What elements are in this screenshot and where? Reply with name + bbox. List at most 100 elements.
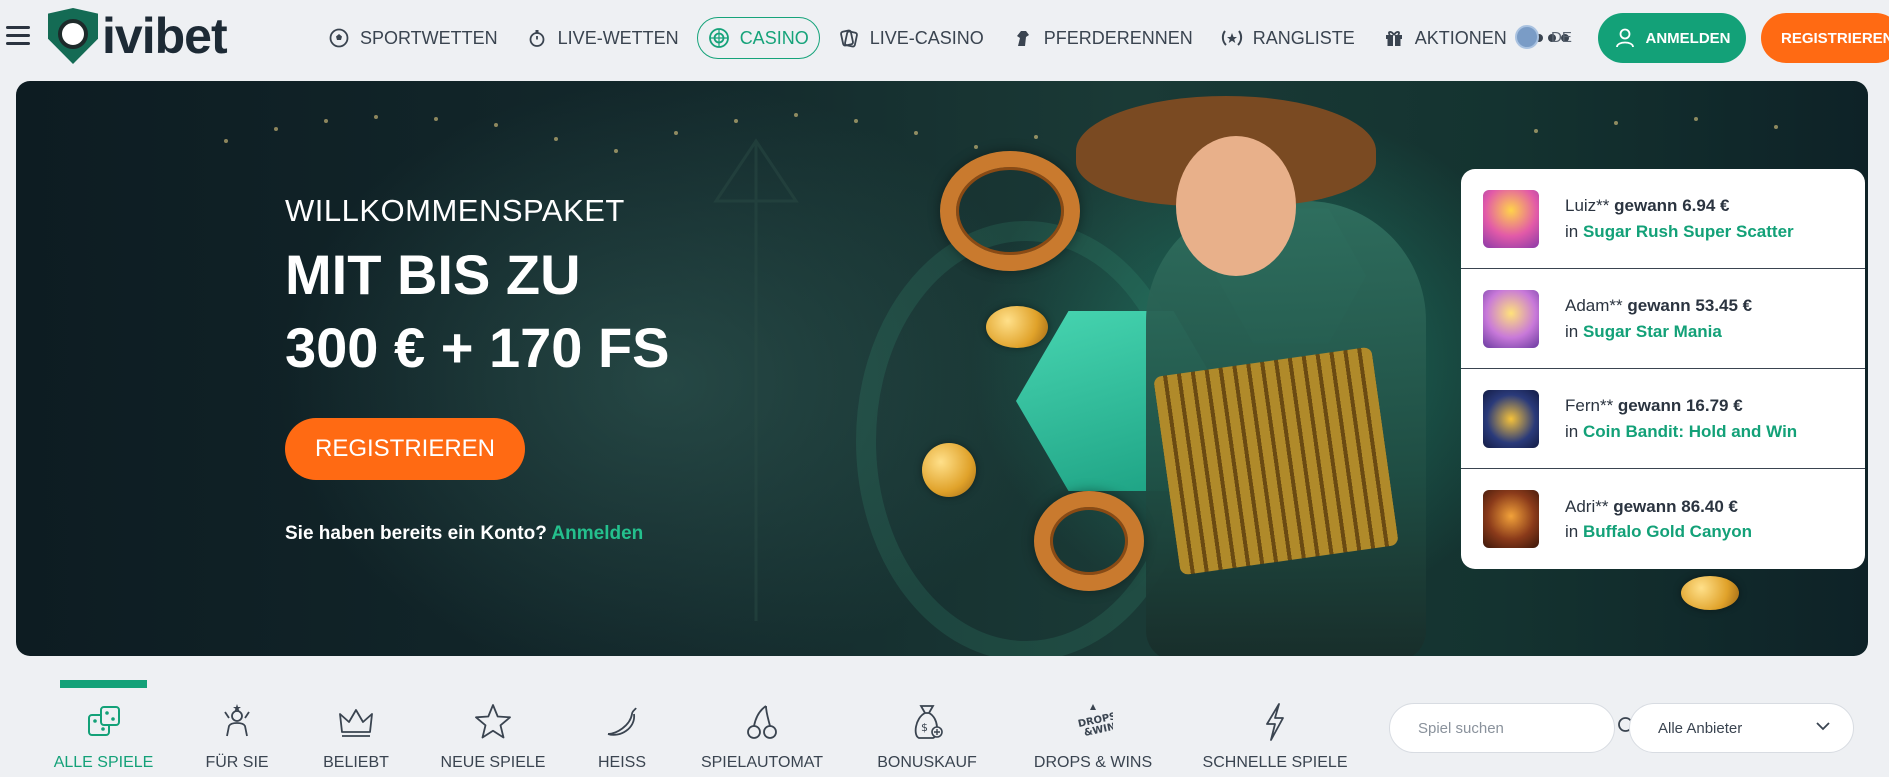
dice-icon — [82, 700, 126, 744]
nav-label: SPORTWETTEN — [360, 27, 498, 48]
svg-text:$: $ — [921, 721, 928, 734]
lightning-icon — [1253, 700, 1297, 744]
nav-label: PFERDERENNEN — [1043, 27, 1193, 48]
hero-account-prompt: Sie haben bereits ein Konto? Anmelden — [285, 523, 643, 545]
roulette-icon — [708, 27, 730, 49]
category-fuer-sie[interactable]: FÜR SIE — [202, 680, 272, 772]
winner-verb: gewann — [1614, 196, 1678, 215]
game-thumbnail[interactable] — [1483, 289, 1539, 348]
game-search-input[interactable] — [1418, 719, 1617, 737]
winner-game-link[interactable]: Sugar Star Mania — [1583, 322, 1722, 341]
stopwatch-icon — [526, 27, 548, 49]
category-label: BELIEBT — [323, 754, 389, 771]
user-icon — [1614, 27, 1636, 49]
category-neue-spiele[interactable]: NEUE SPIELE — [441, 680, 545, 772]
nav-item-pferderennen[interactable]: PFERDERENNEN — [1002, 17, 1203, 59]
main-nav: SPORTWETTEN LIVE-WETTEN CASINO LIVE-CASI… — [318, 17, 1569, 59]
menu-icon[interactable] — [6, 26, 30, 46]
provider-selected-value: Alle Anbieter — [1658, 719, 1743, 737]
winner-row: Fern** gewann 16.79 € in Coin Bandit: Ho… — [1461, 369, 1865, 469]
game-search-box[interactable] — [1389, 703, 1637, 753]
winner-amount: 86.40 € — [1681, 496, 1738, 516]
winner-game-link[interactable]: Buffalo Gold Canyon — [1583, 522, 1752, 541]
winner-amount: 6.94 € — [1682, 196, 1730, 215]
nav-item-aktionen[interactable]: AKTIONEN — [1373, 17, 1517, 59]
drops-wins-icon: DROPS &WINS — [1071, 700, 1115, 744]
pretzel-decoration — [940, 151, 1080, 271]
logo-shield-icon — [48, 8, 98, 64]
crown-icon — [334, 700, 378, 744]
cards-icon — [838, 27, 860, 49]
gift-icon — [1383, 27, 1405, 49]
game-thumbnail[interactable] — [1483, 490, 1539, 548]
winner-in: in — [1565, 321, 1579, 341]
nav-item-live-wetten[interactable]: LIVE-WETTEN — [516, 17, 689, 59]
nav-item-rangliste[interactable]: RANGLISTE — [1211, 17, 1365, 59]
winner-user: Luiz** — [1565, 196, 1610, 215]
globe-icon — [1515, 25, 1539, 49]
category-label: HEISS — [598, 754, 647, 771]
accordion-illustration — [1153, 346, 1399, 576]
category-label: NEUE SPIELE — [440, 754, 546, 771]
category-heiss[interactable]: HEISS — [598, 680, 647, 772]
coin-decoration — [922, 443, 976, 497]
winner-row: Adam** gewann 53.45 € in Sugar Star Mani… — [1461, 269, 1865, 369]
laurel-icon — [1221, 27, 1243, 49]
hero-title: MIT BIS ZU 300 € + 170 FS — [285, 239, 670, 385]
game-thumbnail[interactable] — [1483, 389, 1539, 448]
account-prompt-text: Sie haben bereits ein Konto? — [285, 523, 547, 544]
provider-dropdown[interactable]: Alle Anbieter — [1629, 703, 1854, 753]
nav-item-casino[interactable]: CASINO — [696, 17, 820, 59]
winner-amount: 53.45 € — [1695, 296, 1753, 315]
game-thumbnail[interactable] — [1483, 189, 1539, 248]
hero-title-line-1: MIT BIS ZU — [285, 243, 581, 306]
hero-register-button[interactable]: REGISTRIEREN — [285, 418, 525, 480]
category-label: ALLE SPIELE — [53, 754, 154, 771]
winner-row: Luiz** gewann 6.94 € in Sugar Rush Super… — [1461, 169, 1865, 269]
category-bonuskauf[interactable]: $ BONUSKAUF — [877, 680, 977, 772]
category-label: BONUSKAUF — [877, 754, 977, 771]
winner-verb: gewann — [1613, 496, 1677, 516]
category-label: FÜR SIE — [205, 754, 269, 771]
recent-winners-panel: Luiz** gewann 6.94 € in Sugar Rush Super… — [1461, 169, 1865, 569]
hero-login-link[interactable]: Anmelden — [551, 523, 643, 544]
category-beliebt[interactable]: BELIEBT — [323, 680, 389, 772]
winner-game-link[interactable]: Coin Bandit: Hold and Win — [1583, 422, 1797, 441]
login-button[interactable]: ANMELDEN — [1598, 13, 1746, 63]
nav-item-sportwetten[interactable]: SPORTWETTEN — [318, 17, 508, 59]
winner-in: in — [1565, 522, 1579, 541]
winner-user: Fern** — [1565, 396, 1614, 415]
brand-name: ivibet — [102, 8, 228, 64]
coin-decoration — [1681, 576, 1739, 610]
star-icon — [471, 700, 515, 744]
nav-label: CASINO — [739, 27, 809, 48]
category-alle-spiele[interactable]: ALLE SPIELE — [54, 680, 153, 772]
cowgirl-face-illustration — [1176, 136, 1296, 276]
nav-label: LIVE-WETTEN — [557, 27, 679, 48]
coin-decoration — [986, 306, 1048, 348]
winner-user: Adam** — [1565, 296, 1623, 315]
winner-verb: gewann — [1627, 296, 1691, 315]
winner-user: Adri** — [1565, 496, 1609, 516]
register-label: REGISTRIEREN — [1781, 29, 1889, 47]
winner-in: in — [1565, 221, 1579, 241]
language-selector[interactable]: DE — [1515, 25, 1572, 49]
hero-banner: WILLKOMMENSPAKET MIT BIS ZU 300 € + 170 … — [16, 81, 1868, 656]
person-star-icon — [215, 700, 259, 744]
nav-item-live-casino[interactable]: LIVE-CASINO — [828, 17, 994, 59]
category-drops-wins[interactable]: DROPS &WINS DROPS & WINS — [1033, 680, 1153, 772]
chevron-down-icon — [1815, 718, 1831, 738]
category-spielautomat[interactable]: SPIELAUTOMAT — [701, 680, 823, 772]
chili-icon — [600, 700, 644, 744]
login-label: ANMELDEN — [1645, 29, 1731, 47]
category-label: DROPS & WINS — [1033, 754, 1153, 771]
brand-logo[interactable]: ivibet — [48, 8, 228, 64]
category-schnelle-spiele[interactable]: SCHNELLE SPIELE — [1203, 680, 1347, 772]
register-button[interactable]: REGISTRIEREN — [1761, 13, 1889, 63]
winner-game-link[interactable]: Sugar Rush Super Scatter — [1583, 222, 1794, 241]
nav-label: AKTIONEN — [1414, 27, 1507, 48]
money-bag-icon: $ — [905, 700, 949, 744]
top-header: ivibet SPORTWETTEN LIVE-WETTEN CASINO LI… — [0, 0, 1889, 76]
winner-amount: 16.79 € — [1685, 396, 1743, 415]
nav-label: LIVE-CASINO — [869, 27, 984, 48]
